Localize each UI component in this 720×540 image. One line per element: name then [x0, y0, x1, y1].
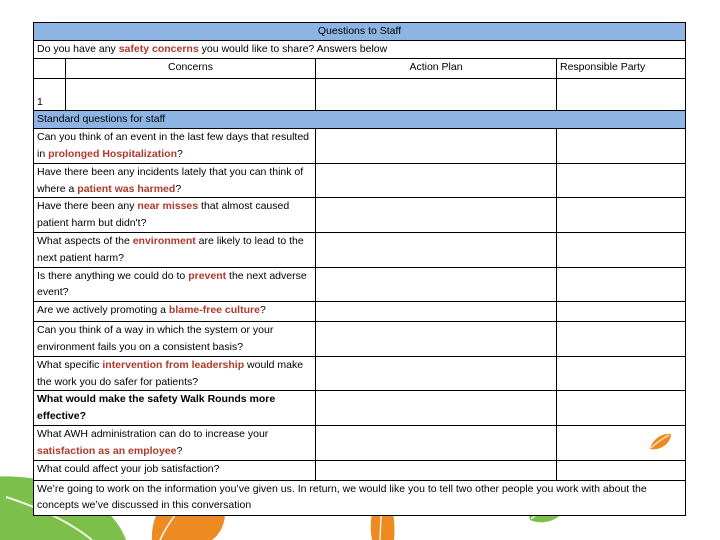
column-header-responsible-party: Responsible Party [555, 57, 687, 79]
question-action-plan-input[interactable] [315, 266, 557, 303]
table-prompt-row: Do you have any safety concerns you woul… [32, 39, 687, 59]
q-environment: What aspects of the environment are like… [33, 231, 316, 268]
question-row: What AWH administration can do to increa… [33, 424, 687, 461]
question-row: Are we actively promoting a blame-free c… [33, 301, 687, 323]
entry-row-1: 1 [33, 77, 687, 112]
question-responsible-party-input[interactable] [555, 231, 687, 268]
closing-statement-row: We’re going to work on the information y… [32, 479, 687, 516]
closing-statement: We’re going to work on the information y… [32, 479, 687, 516]
question-text-highlight: prolonged Hospitalization [48, 147, 178, 160]
question-action-plan-input[interactable] [315, 390, 557, 426]
question-text-highlight: patient was harmed [77, 182, 176, 195]
question-responsible-party-input[interactable] [555, 162, 687, 199]
q-blame-free-culture: Are we actively promoting a blame-free c… [33, 301, 316, 323]
question-action-plan-input[interactable] [315, 424, 557, 461]
question-text-pre: What could affect your job satisfaction? [37, 462, 220, 475]
q-walk-rounds-effective: What would make the safety Walk Rounds m… [33, 390, 316, 426]
question-action-plan-input[interactable] [315, 301, 557, 323]
question-text-highlight: environment [132, 234, 196, 247]
entry-row-concerns-input[interactable] [65, 77, 316, 112]
question-row: What would make the safety Walk Rounds m… [33, 390, 687, 426]
q-prolonged-hospitalization: Can you think of an event in the last fe… [33, 128, 316, 164]
question-row: Have there been any near misses that alm… [33, 197, 687, 233]
question-text-pre: What aspects of the [37, 234, 133, 247]
questions-to-staff-table: Questions to Staff Do you have any safet… [32, 22, 687, 516]
question-row: What could affect your job satisfaction? [33, 459, 687, 481]
q-job-satisfaction: What could affect your job satisfaction? [33, 459, 316, 481]
prompt-highlight: safety concerns [118, 42, 199, 55]
question-text-highlight: intervention from leadership [102, 358, 245, 371]
question-text-pre: Have there been any [37, 200, 138, 213]
question-action-plan-input[interactable] [315, 321, 557, 357]
question-action-plan-input[interactable] [315, 197, 557, 233]
question-row: Have there been any incidents lately tha… [33, 162, 687, 199]
table-header-row: Concerns Action Plan Responsible Party [33, 57, 687, 79]
entry-row-action-plan-input[interactable] [315, 77, 557, 112]
question-action-plan-input[interactable] [315, 459, 557, 481]
question-responsible-party-input[interactable] [555, 301, 687, 323]
question-text-pre: What AWH administration can do to increa… [37, 427, 269, 440]
column-header-number [33, 57, 66, 79]
safety-concerns-prompt: Do you have any safety concerns you woul… [32, 39, 687, 59]
page-title: Questions to Staff [32, 22, 687, 41]
question-responsible-party-input[interactable] [555, 459, 687, 481]
q-intervention-from-leadership: What specific intervention from leadersh… [33, 355, 316, 392]
leaf-orange-small-in-table-icon [650, 433, 671, 450]
question-text-highlight: blame-free culture [168, 304, 260, 317]
question-text-post: ? [259, 304, 266, 317]
q-near-misses: Have there been any near misses that alm… [33, 197, 316, 233]
question-text-pre: What specific [37, 358, 103, 371]
question-action-plan-input[interactable] [315, 355, 557, 392]
question-action-plan-input[interactable] [315, 231, 557, 268]
prompt-prefix: Do you have any [37, 42, 119, 55]
question-row: Is there anything we could do to prevent… [33, 266, 687, 303]
question-action-plan-input[interactable] [315, 162, 557, 199]
question-text-post: ? [177, 147, 183, 160]
question-text-pre: Can you think of a way in which the syst… [37, 324, 274, 353]
entry-row-responsible-party-input[interactable] [555, 77, 687, 112]
question-text-pre: Are we actively promoting a [37, 304, 169, 317]
q-system-fails: Can you think of a way in which the syst… [33, 321, 316, 357]
question-text-post: ? [175, 182, 182, 195]
question-action-plan-input[interactable] [315, 128, 557, 164]
question-responsible-party-input[interactable] [555, 197, 687, 233]
question-responsible-party-input[interactable] [555, 128, 687, 164]
question-text-pre: Is there anything we could do to [37, 269, 189, 282]
prompt-suffix: you would like to share? Answers below [198, 42, 388, 55]
question-responsible-party-input[interactable] [555, 266, 687, 303]
question-responsible-party-input[interactable] [555, 321, 687, 357]
question-row: Can you think of a way in which the syst… [33, 321, 687, 357]
question-text-highlight: near misses [137, 200, 199, 213]
question-responsible-party-input[interactable] [555, 390, 687, 426]
question-row: What specific intervention from leadersh… [33, 355, 687, 392]
section-header-row: Standard questions for staff [32, 110, 687, 130]
column-header-concerns: Concerns [65, 57, 316, 79]
question-row: What aspects of the environment are like… [33, 231, 687, 268]
question-text-post: ? [176, 444, 183, 457]
q-satisfaction-as-employee: What AWH administration can do to increa… [33, 424, 316, 461]
q-prevent: Is there anything we could do to prevent… [33, 266, 316, 303]
table-title-row: Questions to Staff [32, 22, 687, 41]
q-patient-was-harmed: Have there been any incidents lately tha… [33, 162, 316, 199]
question-responsible-party-input[interactable] [555, 355, 687, 392]
question-row: Can you think of an event in the last fe… [33, 128, 687, 164]
question-text-highlight: satisfaction as an employee [37, 444, 177, 457]
section-header-standard-questions: Standard questions for staff [32, 110, 687, 130]
question-text-highlight: What would make the safety Walk Rounds m… [37, 393, 276, 423]
column-header-action-plan: Action Plan [315, 57, 557, 79]
entry-row-number: 1 [33, 77, 66, 112]
question-text-highlight: prevent [188, 269, 227, 282]
